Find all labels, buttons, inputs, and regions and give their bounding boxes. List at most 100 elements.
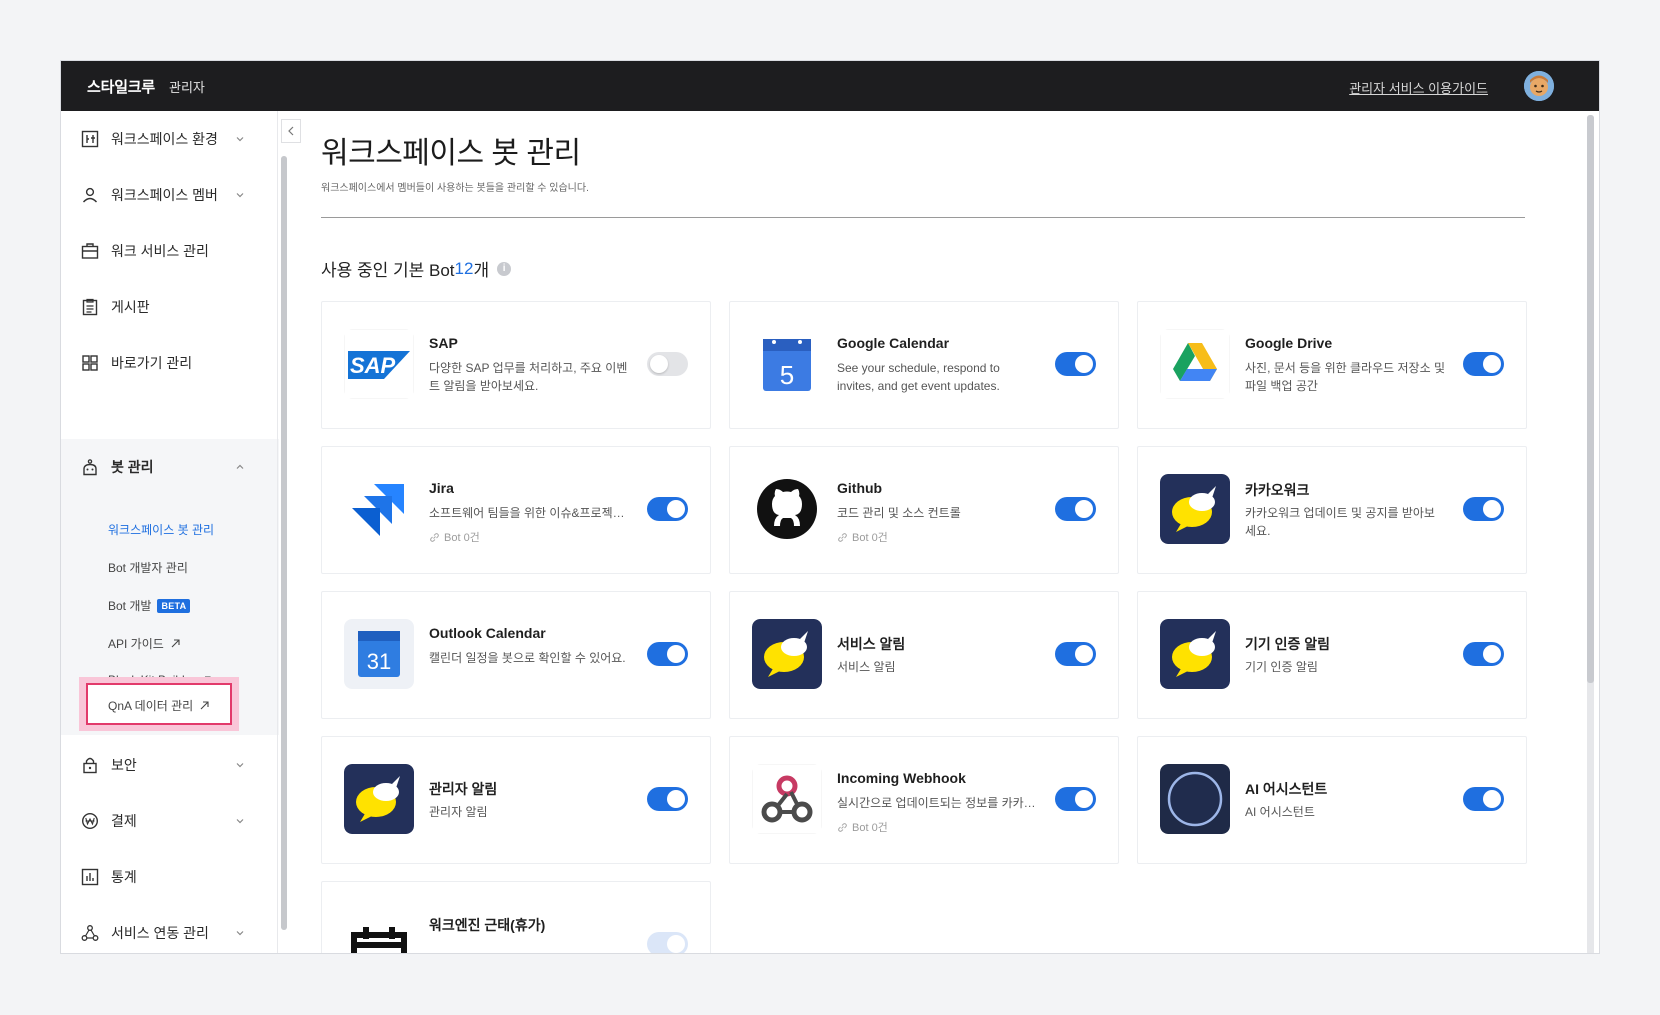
external-link-icon bbox=[170, 638, 181, 649]
bot-card-github[interactable]: Github 코드 관리 및 소스 컨트롤 Bot 0건 bbox=[729, 446, 1119, 574]
brand-logo[interactable]: 스타일크루 bbox=[87, 76, 155, 97]
sidebar-item-label: 통계 bbox=[111, 869, 137, 885]
chevron-down-icon bbox=[235, 134, 245, 144]
bot-name: Outlook Calendar bbox=[429, 625, 546, 641]
calendar-day: 5 bbox=[780, 360, 794, 390]
sub-item-workspace-bot[interactable]: 워크스페이스 봇 관리 bbox=[108, 521, 214, 538]
bot-card-workengine-attendance[interactable]: 워크엔진 근태(휴가) bbox=[321, 881, 711, 953]
bot-name: Jira bbox=[429, 480, 454, 496]
bot-description: 다양한 SAP 업무를 처리하고, 주요 이벤트 알림을 받아보세요. bbox=[429, 361, 628, 393]
sidebar-item-label: 워크스페이스 멤버 bbox=[111, 187, 218, 203]
bot-toggle[interactable] bbox=[647, 352, 688, 376]
bot-card-google-drive[interactable]: Google Drive 사진, 문서 등을 위한 클라우드 저장소 및 파일 … bbox=[1137, 301, 1527, 429]
sub-item-label: 워크스페이스 봇 관리 bbox=[108, 523, 215, 537]
bot-card-google-calendar[interactable]: 5 Google Calendar See your schedule, res… bbox=[729, 301, 1119, 429]
sidebar-item-security[interactable]: 보안 bbox=[61, 737, 279, 793]
bot-card-kakaowork[interactable]: 카카오워크 카카오워크 업데이트 및 공지를 받아보세요. bbox=[1137, 446, 1527, 574]
sub-item-label: API 가이드 bbox=[108, 637, 164, 651]
lock-icon bbox=[81, 756, 99, 774]
bot-card-outlook-calendar[interactable]: 31 Outlook Calendar 캘린더 일정을 봇으로 확인할 수 있어… bbox=[321, 591, 711, 719]
bot-meta: Bot 0건 bbox=[837, 819, 888, 835]
sub-item-label: Bot 개발자 관리 bbox=[108, 561, 188, 575]
sidebar-item-label: 봇 관리 bbox=[111, 459, 154, 475]
user-avatar[interactable] bbox=[1524, 71, 1554, 101]
bot-name: Github bbox=[837, 480, 883, 496]
bot-toggle[interactable] bbox=[647, 642, 688, 666]
link-icon bbox=[430, 532, 439, 542]
bot-name: SAP bbox=[429, 335, 458, 351]
main-content: 워크스페이스 봇 관리 워크스페이스에서 멤버들이 사용하는 봇들을 관리할 수… bbox=[321, 111, 1599, 953]
bot-toggle[interactable] bbox=[1055, 497, 1096, 521]
bot-name: Google Drive bbox=[1245, 335, 1333, 351]
github-logo bbox=[752, 474, 822, 544]
bot-meta-text: Bot 0건 bbox=[852, 822, 888, 834]
sidebar-item-work-service[interactable]: 워크 서비스 관리 bbox=[61, 223, 279, 279]
share-icon bbox=[81, 924, 99, 942]
sub-item-bot-dev[interactable]: Bot 개발 BETA bbox=[108, 597, 191, 614]
bot-meta: Bot 0건 bbox=[429, 529, 480, 545]
bot-card-admin-alert[interactable]: 관리자 알림 관리자 알림 bbox=[321, 736, 711, 864]
section-title: 사용 중인 기본 Bot 12 개 i bbox=[321, 256, 512, 281]
google-drive-logo bbox=[1160, 329, 1230, 399]
bot-card-jira[interactable]: Jira 소프트웨어 팀들을 위한 이슈&프로젝트 관리 Bot 0건 bbox=[321, 446, 711, 574]
chevron-down-icon bbox=[235, 816, 245, 826]
info-icon[interactable]: i bbox=[497, 261, 512, 276]
bot-description: AI 어시스턴트 bbox=[1245, 805, 1315, 819]
bot-toggle[interactable] bbox=[1463, 787, 1504, 811]
bot-description: 캘린더 일정을 봇으로 확인할 수 있어요. bbox=[429, 651, 626, 665]
bot-name: 카카오워크 bbox=[1245, 482, 1310, 498]
sidebar-item-statistics[interactable]: 통계 bbox=[61, 849, 279, 905]
bot-toggle[interactable] bbox=[647, 787, 688, 811]
bot-card-service-alert[interactable]: 서비스 알림 서비스 알림 bbox=[729, 591, 1119, 719]
sidebar-item-workspace-settings[interactable]: 워크스페이스 환경 bbox=[61, 111, 279, 167]
bot-toggle[interactable] bbox=[647, 932, 688, 953]
bot-description: 실시간으로 업데이트되는 정보를 카카오워크로 받아보세요 bbox=[837, 796, 1037, 810]
sub-item-api-guide[interactable]: API 가이드 bbox=[108, 635, 181, 652]
ai-assistant-logo bbox=[1160, 764, 1230, 834]
outlook-calendar-logo: 31 bbox=[344, 619, 414, 689]
sub-item-bot-developer[interactable]: Bot 개발자 관리 bbox=[108, 559, 188, 576]
sidebar-item-label: 게시판 bbox=[111, 299, 150, 315]
bot-name: 기기 인증 알림 bbox=[1245, 636, 1331, 652]
sidebar-item-payment[interactable]: 결제 bbox=[61, 793, 279, 849]
bot-toggle[interactable] bbox=[1463, 352, 1504, 376]
sidebar-item-shortcuts[interactable]: 바로가기 관리 bbox=[61, 335, 279, 391]
sidebar: 워크스페이스 환경 워크스페이스 멤버 워크 서비스 관리 게시판 바로가기 관… bbox=[61, 111, 279, 953]
bot-toggle[interactable] bbox=[1463, 497, 1504, 521]
bot-description: 소프트웨어 팀들을 위한 이슈&프로젝트 관리 bbox=[429, 506, 629, 520]
bot-toggle[interactable] bbox=[647, 497, 688, 521]
bot-name: AI 어시스턴트 bbox=[1245, 781, 1328, 797]
webhook-logo bbox=[752, 764, 822, 834]
bot-toggle[interactable] bbox=[1055, 352, 1096, 376]
bot-toggle[interactable] bbox=[1055, 787, 1096, 811]
bot-toggle[interactable] bbox=[1055, 642, 1096, 666]
sidebar-item-bot-management[interactable]: 봇 관리 bbox=[61, 439, 279, 495]
sub-item-qna-data[interactable]: QnA 데이터 관리 bbox=[108, 697, 210, 714]
grid-icon bbox=[81, 354, 99, 372]
sidebar-item-service-integration[interactable]: 서비스 연동 관리 bbox=[61, 905, 279, 953]
sidebar-item-workspace-members[interactable]: 워크스페이스 멤버 bbox=[61, 167, 279, 223]
page-description: 워크스페이스에서 멤버들이 사용하는 봇들을 관리할 수 있습니다. bbox=[321, 183, 589, 194]
section-title-label: 사용 중인 기본 Bot bbox=[321, 261, 455, 280]
link-icon bbox=[838, 532, 847, 542]
bot-toggle[interactable] bbox=[1463, 642, 1504, 666]
bot-name: 관리자 알림 bbox=[429, 781, 498, 797]
chevron-left-icon bbox=[288, 126, 294, 136]
bot-card-incoming-webhook[interactable]: Incoming Webhook 실시간으로 업데이트되는 정보를 카카오워크로… bbox=[729, 736, 1119, 864]
bot-name: Incoming Webhook bbox=[837, 770, 966, 786]
bot-card-ai-assistant[interactable]: AI 어시스턴트 AI 어시스턴트 bbox=[1137, 736, 1527, 864]
jira-logo bbox=[344, 474, 414, 544]
bot-meta-text: Bot 0건 bbox=[444, 532, 480, 544]
bot-card-sap[interactable]: SAP SAP 다양한 SAP 업무를 처리하고, 주요 이벤트 알림을 받아보… bbox=[321, 301, 711, 429]
sidebar-item-board[interactable]: 게시판 bbox=[61, 279, 279, 335]
divider bbox=[321, 217, 1525, 218]
main-scrollbar[interactable] bbox=[1587, 115, 1594, 953]
bot-card-device-auth-alert[interactable]: 기기 인증 알림 기기 인증 알림 bbox=[1137, 591, 1527, 719]
workengine-logo bbox=[344, 909, 414, 953]
bot-description: 서비스 알림 bbox=[837, 660, 896, 674]
sidebar-item-label: 워크스페이스 환경 bbox=[111, 131, 218, 147]
sidebar-scrollbar[interactable] bbox=[281, 156, 287, 930]
admin-window: 스타일크루 관리자 관리자 서비스 이용가이드 워크스페이스 환경 워크스페이스… bbox=[60, 60, 1600, 954]
collapse-sidebar-button[interactable] bbox=[281, 119, 301, 143]
admin-guide-link[interactable]: 관리자 서비스 이용가이드 bbox=[1349, 78, 1488, 97]
